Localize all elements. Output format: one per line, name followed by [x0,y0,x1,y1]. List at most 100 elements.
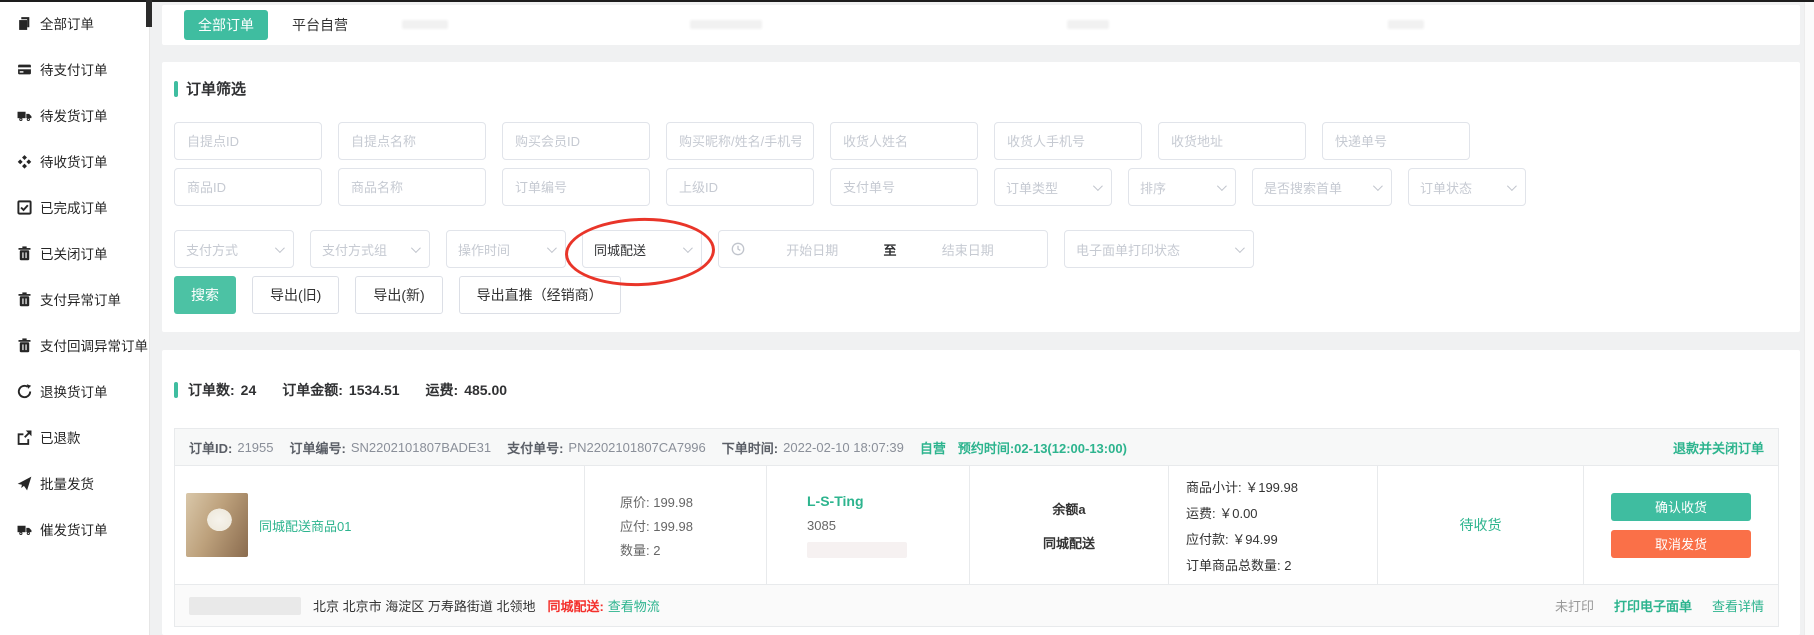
sidebar-item-pending-payment[interactable]: 待支付订单 [0,46,149,92]
order-status-select[interactable]: 订单状态 [1408,168,1526,206]
sidebar-item-label: 支付回调异常订单 [40,335,148,355]
sidebar-item-urge-shipment[interactable]: 催发货订单 [0,506,149,552]
censored-phone-block [807,542,907,558]
pay-method-select[interactable]: 支付方式 [174,230,294,268]
order-block: 订单ID: 21955 订单编号: SN2202101807BADE31 支付单… [174,428,1779,627]
view-logistics-link[interactable]: 查看物流 [608,596,660,615]
consignee-phone-input[interactable] [994,122,1142,160]
top-border-line [0,0,1814,2]
product-id-input[interactable] [174,168,322,206]
censored-block [1067,20,1109,29]
sort-select[interactable]: 排序 [1128,168,1236,206]
cancel-shipment-button[interactable]: 取消发货 [1611,530,1751,558]
date-range-picker[interactable]: 开始日期 至 结束日期 [718,230,1048,268]
delivery-method: 同城配送 [1043,533,1095,552]
order-id-value: 21955 [237,440,273,455]
scrollbar-track[interactable] [1804,0,1814,635]
payable-price: 应付: 199.98 [620,516,766,535]
search-button[interactable]: 搜索 [174,276,236,314]
filter-section-title: 订单筛选 [174,78,246,99]
pickup-id-input[interactable] [174,122,322,160]
order-tabs-bar: 全部订单 平台自营 [162,5,1800,45]
sidebar-item-batch-shipment[interactable]: 批量发货 [0,460,149,506]
pay-sn-input[interactable] [830,168,978,206]
tab-platform-self[interactable]: 平台自营 [292,15,348,35]
order-amount-label: 订单金额: [282,380,343,400]
censored-block [402,20,448,29]
sidebar-item-completed[interactable]: 已完成订单 [0,184,149,230]
order-footer-row: 北京 北京市 海淀区 万寿路街道 北领地 同城配送: 查看物流 未打印 打印电子… [175,584,1778,626]
pay-method-group-select[interactable]: 支付方式组 [310,230,430,268]
summary-accent-bar [174,382,178,398]
filter-row-3: 支付方式 支付方式组 操作时间 同城配送 开始日期 至 结束日期 电子面单打印状… [174,230,1254,268]
truck-icon [17,522,32,537]
order-sn-input[interactable] [502,168,650,206]
chevron-down-icon [1373,181,1383,191]
self-operated-badge: 自营 [920,438,946,457]
export-direct-button[interactable]: 导出直推（经销商） [459,276,621,314]
chevron-down-icon [1507,181,1517,191]
buyer-nickname-input[interactable] [666,122,814,160]
reserve-time-text: 预约时间:02-13(12:00-13:00) [958,438,1127,457]
sync-icon [17,384,32,399]
subtotal: 商品小计: ￥199.98 [1186,477,1377,496]
sidebar-item-label: 批量发货 [40,473,94,493]
amount-payable: 应付款: ￥94.99 [1186,529,1377,548]
confirm-receipt-button[interactable]: 确认收货 [1611,493,1751,521]
freight: 运费: ￥0.00 [1186,503,1377,522]
city-delivery-select[interactable]: 同城配送 [582,230,702,268]
order-type-select[interactable]: 订单类型 [994,168,1112,206]
sidebar-item-payment-error[interactable]: 支付异常订单 [0,276,149,322]
start-date-placeholder: 开始日期 [745,240,880,259]
tab-all-orders[interactable]: 全部订单 [184,10,268,40]
sidebar-item-all-orders[interactable]: 全部订单 [0,0,149,46]
filter-panel: 订单筛选 订单类型 排序 是否搜索首单 订单状态 支付方式 支付方式组 操作时间… [162,62,1800,332]
product-cell: 同城配送商品01 [175,466,585,584]
address-input[interactable] [1158,122,1306,160]
sidebar-item-label: 待发货订单 [40,105,108,125]
chevron-down-icon [1093,181,1103,191]
pickup-name-input[interactable] [338,122,486,160]
export-old-button[interactable]: 导出(旧) [252,276,339,314]
product-image [186,493,248,557]
trash-icon [17,292,32,307]
end-date-placeholder: 结束日期 [901,240,1036,259]
filter-buttons-row: 搜索 导出(旧) 导出(新) 导出直推（经销商） [174,276,621,314]
product-name-link[interactable]: 同城配送商品01 [259,516,351,535]
trash-icon [17,338,32,353]
view-detail-link[interactable]: 查看详情 [1712,596,1764,615]
product-name-input[interactable] [338,168,486,206]
sidebar-item-closed[interactable]: 已关闭订单 [0,230,149,276]
clock-icon [731,242,745,256]
tracking-number-input[interactable] [1322,122,1470,160]
buyer-member-id-input[interactable] [502,122,650,160]
consignee-name-input[interactable] [830,122,978,160]
buyer-name-link[interactable]: L-S-Ting [807,493,969,509]
boxes-icon [17,154,32,169]
sidebar-item-return-exchange[interactable]: 退换货订单 [0,368,149,414]
parent-id-input[interactable] [666,168,814,206]
totals-cell: 商品小计: ￥199.98 运费: ￥0.00 应付款: ￥94.99 订单商品… [1169,466,1378,584]
refund-close-link[interactable]: 退款并关闭订单 [1673,438,1764,457]
filter-row-1 [174,122,1470,160]
check-square-icon [17,200,32,215]
chevron-down-icon [411,243,421,253]
sidebar-item-payment-callback-error[interactable]: 支付回调异常订单 [0,322,149,368]
shipping-address: 北京 北京市 海淀区 万寿路街道 北领地 [313,596,535,615]
chevron-down-icon [275,243,285,253]
print-eorder-link[interactable]: 打印电子面单 [1614,596,1692,615]
sidebar-item-pending-shipment[interactable]: 待发货订单 [0,92,149,138]
sidebar-item-label: 已关闭订单 [40,243,108,263]
quantity: 数量: 2 [620,540,766,559]
eprint-status-select[interactable]: 电子面单打印状态 [1064,230,1254,268]
sidebar-item-pending-receipt[interactable]: 待收货订单 [0,138,149,184]
chevron-down-icon [1217,181,1227,191]
export-new-button[interactable]: 导出(新) [355,276,442,314]
operate-time-select[interactable]: 操作时间 [446,230,566,268]
sidebar-item-label: 全部订单 [40,13,94,33]
truck-icon [17,108,32,123]
sidebar-item-refunded[interactable]: 已退款 [0,414,149,460]
first-order-select[interactable]: 是否搜索首单 [1252,168,1392,206]
sidebar-item-label: 待支付订单 [40,59,108,79]
filter-row-2: 订单类型 排序 是否搜索首单 订单状态 [174,168,1526,206]
